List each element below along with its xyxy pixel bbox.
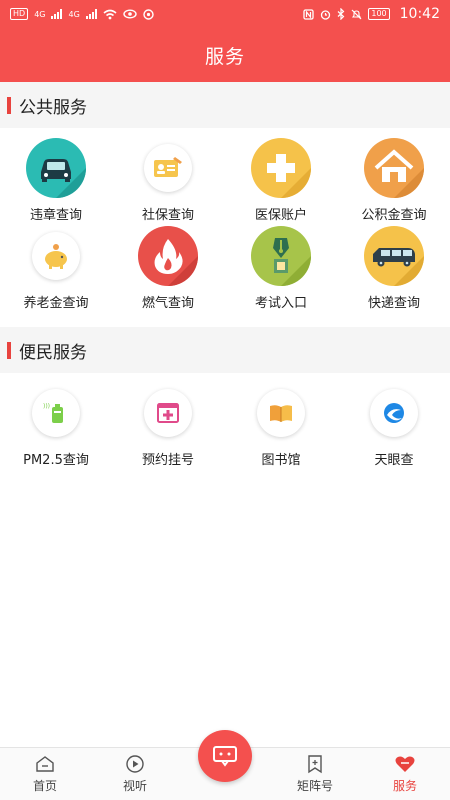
service-label: 医保账户 xyxy=(254,208,307,223)
service-label: 违章查询 xyxy=(29,208,82,223)
section-header-public: 公共服务 xyxy=(0,82,450,128)
tab-media[interactable]: 视听 xyxy=(90,748,180,800)
play-icon xyxy=(126,755,144,773)
service-label: 快递查询 xyxy=(367,296,420,311)
service-item-appointment[interactable]: 预约挂号 xyxy=(112,383,224,468)
service-label: 燃气查询 xyxy=(141,296,194,311)
tab-home[interactable]: 首页 xyxy=(0,748,90,800)
delivery-van-icon xyxy=(364,226,424,286)
service-item-tianyancha[interactable]: 天眼查 xyxy=(338,383,450,468)
service-item-pm25[interactable]: ))) PM2.5查询 xyxy=(0,383,112,468)
service-item-exam[interactable]: 考试入口 xyxy=(225,226,337,311)
hd-badge: HD xyxy=(10,8,29,20)
app-header: 服务 xyxy=(0,28,450,82)
pen-nib-icon xyxy=(251,226,311,286)
signal-1-label: 4G xyxy=(34,9,46,19)
eye-icon xyxy=(123,9,137,19)
mute-icon xyxy=(351,9,362,19)
section-title: 公共服务 xyxy=(19,97,87,118)
flame-icon xyxy=(138,226,198,286)
tab-label: 视听 xyxy=(122,779,147,793)
service-label: 公积金查询 xyxy=(361,208,427,223)
wifi-icon xyxy=(103,9,117,19)
page-title: 服务 xyxy=(204,45,245,68)
tab-services[interactable]: 服务 xyxy=(360,748,450,800)
id-card-icon xyxy=(144,144,192,192)
service-item-traffic-violation[interactable]: 违章查询 xyxy=(0,138,112,223)
service-item-social-security[interactable]: 社保查询 xyxy=(112,138,224,223)
section-accent-bar xyxy=(7,96,11,114)
home-icon xyxy=(36,756,54,772)
signal-bars-2-icon xyxy=(85,9,97,19)
tab-label: 首页 xyxy=(32,779,57,793)
tab-label: 矩阵号 xyxy=(296,779,333,793)
car-icon xyxy=(26,138,86,198)
hospital-register-icon xyxy=(144,389,192,437)
section-accent-bar xyxy=(7,341,11,359)
bottom-tab-bar: 首页 视听 矩阵号 服务 xyxy=(0,730,450,800)
message-icon xyxy=(198,730,252,782)
service-item-medical-insurance[interactable]: 医保账户 xyxy=(225,138,337,223)
medical-cross-icon xyxy=(251,138,311,198)
signal-2-label: 4G xyxy=(68,9,80,19)
signal-bars-icon xyxy=(51,9,63,19)
piggy-bank-icon xyxy=(32,232,80,280)
status-bar: HD 4G 4G 100 10:42 xyxy=(0,0,450,28)
service-item-pension[interactable]: 养老金查询 xyxy=(0,226,112,311)
service-label: PM2.5查询 xyxy=(23,453,89,468)
tab-matrix[interactable]: 矩阵号 xyxy=(270,748,360,800)
heart-icon xyxy=(395,756,415,772)
service-item-housing-fund[interactable]: 公积金查询 xyxy=(338,138,450,223)
service-label: 天眼查 xyxy=(374,453,414,468)
service-label: 考试入口 xyxy=(254,296,307,311)
tab-center-message[interactable] xyxy=(180,730,270,800)
service-item-express[interactable]: 快递查询 xyxy=(338,226,450,311)
alarm-icon xyxy=(321,9,331,20)
air-quality-icon: ))) xyxy=(32,389,80,437)
tianyancha-icon xyxy=(370,389,418,437)
house-icon xyxy=(364,138,424,198)
section-title: 便民服务 xyxy=(19,342,87,363)
service-item-gas[interactable]: 燃气查询 xyxy=(112,226,224,311)
service-label: 养老金查询 xyxy=(23,296,89,311)
book-icon xyxy=(257,389,305,437)
tab-label: 服务 xyxy=(392,779,417,793)
service-label: 图书馆 xyxy=(261,453,301,468)
section-header-convenience: 便民服务 xyxy=(0,327,450,373)
battery-indicator: 100 xyxy=(368,8,390,20)
service-item-library[interactable]: 图书馆 xyxy=(225,383,337,468)
service-label: 社保查询 xyxy=(141,208,194,223)
service-label: 预约挂号 xyxy=(141,453,194,468)
bookmark-icon xyxy=(308,755,322,774)
bluetooth-icon xyxy=(337,8,345,20)
nfc-icon xyxy=(303,8,315,20)
svg-text:))): ))) xyxy=(43,403,50,410)
clock: 10:42 xyxy=(399,6,440,22)
app-notification-icon xyxy=(143,8,154,20)
